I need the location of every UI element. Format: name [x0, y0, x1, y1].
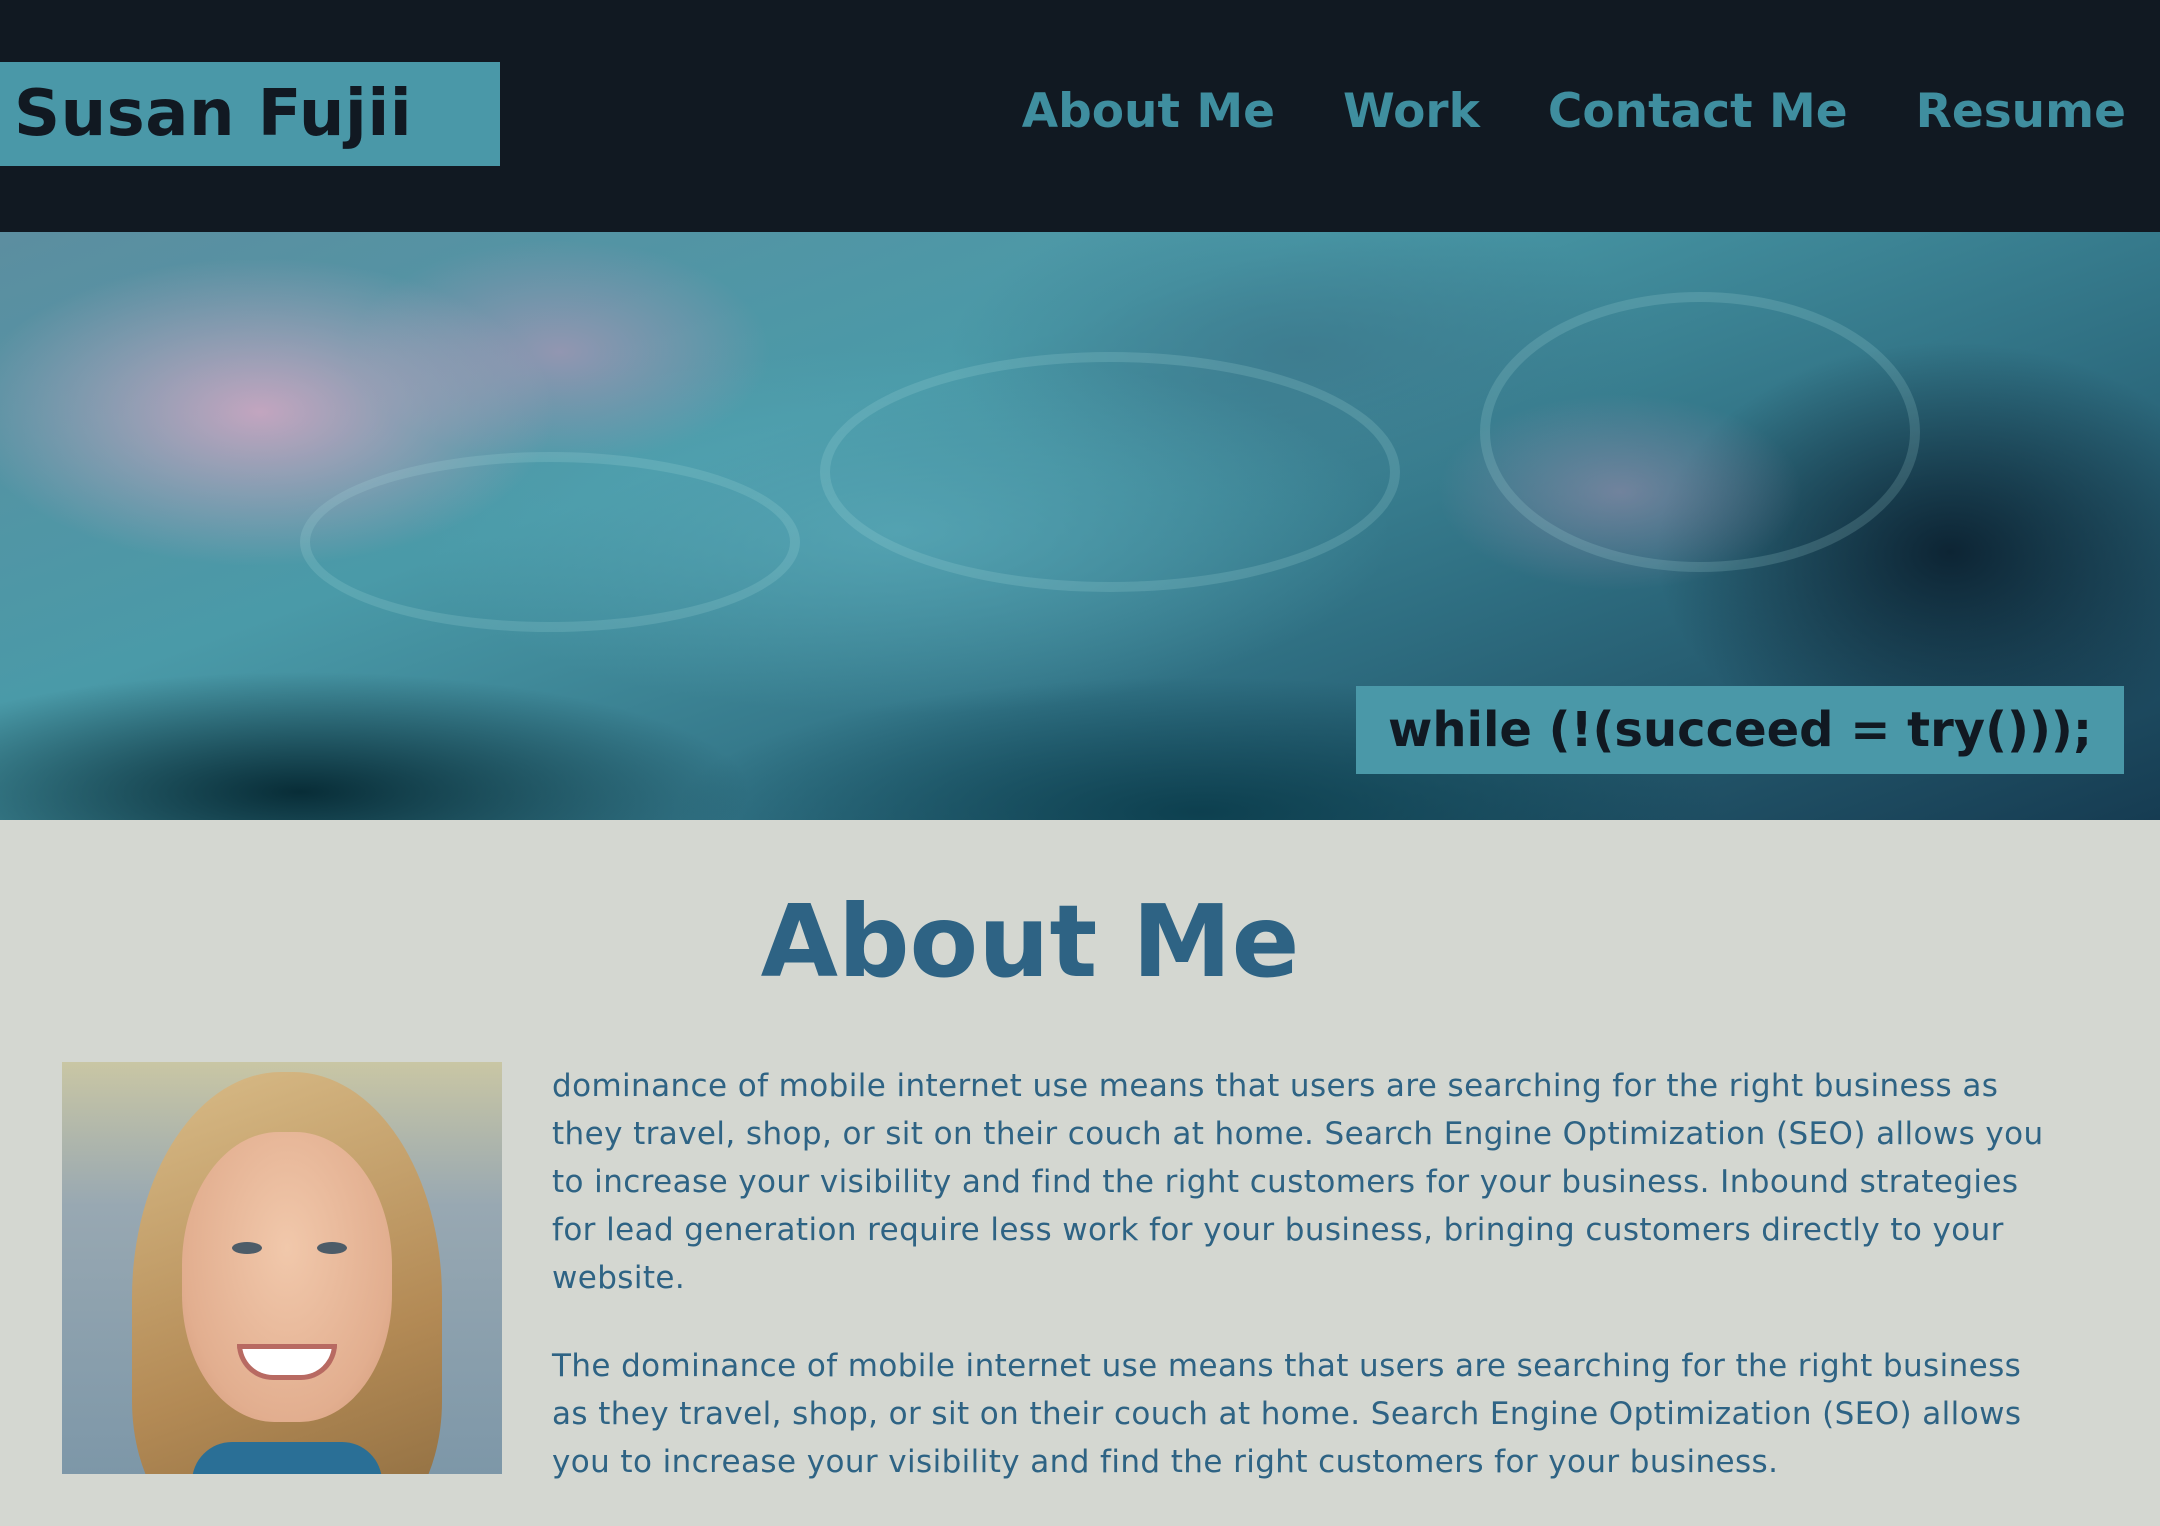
profile-photo [62, 1062, 502, 1474]
site-logo[interactable]: Susan Fujii [0, 62, 500, 166]
nav-link-work[interactable]: Work [1343, 84, 1480, 139]
hero-decoration [300, 452, 800, 632]
photo-eye-right [317, 1242, 347, 1254]
nav-link-resume[interactable]: Resume [1916, 84, 2126, 139]
hero-decoration [820, 352, 1400, 592]
main-nav: About Me Work Contact Me Resume [1022, 84, 2126, 139]
photo-shirt [192, 1442, 382, 1474]
about-paragraph-1: dominance of mobile internet use means t… [552, 1068, 2044, 1296]
hero-decoration [1480, 292, 1920, 572]
about-text: dominance of mobile internet use means t… [552, 1062, 2052, 1526]
photo-eye-left [232, 1242, 262, 1254]
nav-link-about-me[interactable]: About Me [1022, 84, 1275, 139]
site-header: Susan Fujii About Me Work Contact Me Res… [0, 0, 2160, 232]
nav-link-contact-me[interactable]: Contact Me [1548, 84, 1848, 139]
about-heading: About Me [760, 883, 1300, 1000]
site-name: Susan Fujii [14, 77, 413, 151]
about-paragraph-2: The dominance of mobile internet use mea… [552, 1348, 2022, 1480]
hero-quote-box: while (!(succeed = try())); [1356, 686, 2124, 774]
hero-quote: while (!(succeed = try())); [1387, 702, 2093, 758]
hero-banner: while (!(succeed = try())); [0, 232, 2160, 820]
